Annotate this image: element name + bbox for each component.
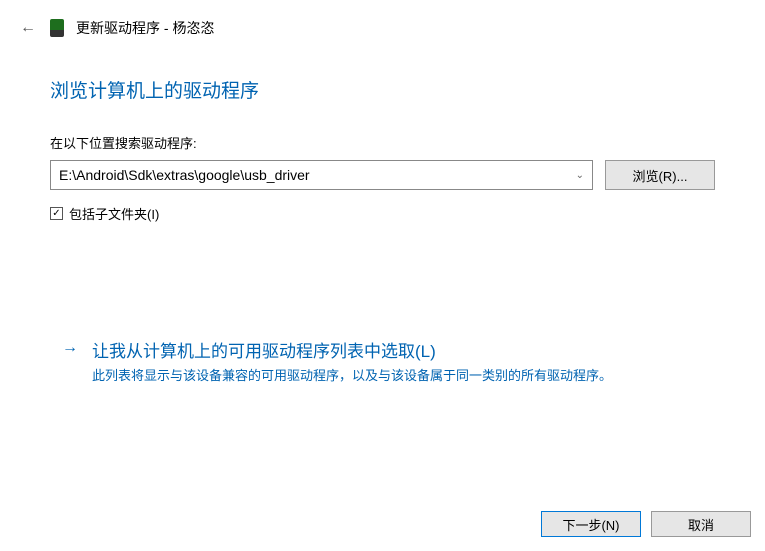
page-heading: 浏览计算机上的驱动程序 bbox=[50, 76, 715, 103]
browse-button-label: 浏览(R)... bbox=[633, 166, 688, 185]
path-value: E:\Android\Sdk\extras\google\usb_driver bbox=[59, 167, 576, 183]
checkbox-label: 包括子文件夹(I) bbox=[69, 204, 159, 223]
back-arrow-icon[interactable]: ← bbox=[18, 18, 38, 38]
chevron-down-icon: ⌄ bbox=[576, 170, 584, 181]
arrow-right-icon: → bbox=[62, 339, 78, 386]
content-area: 浏览计算机上的驱动程序 在以下位置搜索驱动程序: E:\Android\Sdk\… bbox=[0, 38, 765, 390]
cancel-button[interactable]: 取消 bbox=[651, 511, 751, 537]
option-title: 让我从计算机上的可用驱动程序列表中选取(L) bbox=[92, 337, 707, 362]
next-button-label: 下一步(N) bbox=[562, 515, 619, 534]
titlebar: ← 更新驱动程序 - 杨恣恣 bbox=[0, 0, 765, 38]
option-description: 此列表将显示与该设备兼容的可用驱动程序，以及与该设备属于同一类别的所有驱动程序。 bbox=[92, 366, 707, 386]
next-button[interactable]: 下一步(N) bbox=[541, 511, 641, 537]
device-icon bbox=[50, 19, 64, 37]
footer-buttons: 下一步(N) 取消 bbox=[541, 511, 751, 537]
include-subfolders-checkbox[interactable]: ✓ 包括子文件夹(I) bbox=[50, 204, 715, 223]
checkbox-icon: ✓ bbox=[50, 207, 63, 220]
browse-button[interactable]: 浏览(R)... bbox=[605, 160, 715, 190]
search-label: 在以下位置搜索驱动程序: bbox=[50, 133, 715, 152]
pick-from-list-option[interactable]: → 让我从计算机上的可用驱动程序列表中选取(L) 此列表将显示与该设备兼容的可用… bbox=[50, 333, 715, 390]
cancel-button-label: 取消 bbox=[688, 515, 714, 534]
window-title: 更新驱动程序 - 杨恣恣 bbox=[76, 18, 214, 38]
path-row: E:\Android\Sdk\extras\google\usb_driver … bbox=[50, 160, 715, 190]
path-combobox[interactable]: E:\Android\Sdk\extras\google\usb_driver … bbox=[50, 160, 593, 190]
option-body: 让我从计算机上的可用驱动程序列表中选取(L) 此列表将显示与该设备兼容的可用驱动… bbox=[92, 337, 707, 386]
